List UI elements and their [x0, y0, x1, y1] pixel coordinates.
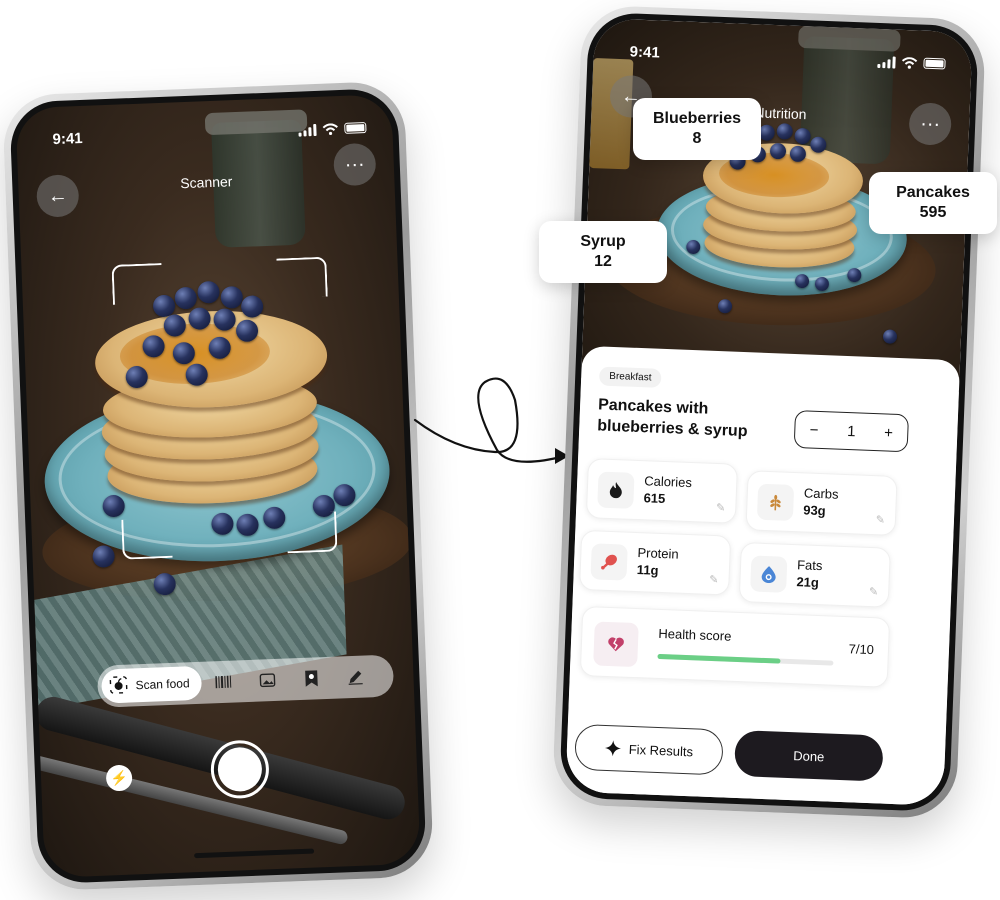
broken-heart-icon — [593, 621, 639, 668]
flash-icon: ⚡ — [110, 769, 129, 786]
wifi-icon — [901, 56, 918, 69]
more-icon: ··· — [344, 152, 366, 176]
phone-bezel: 9:41 ← Nutrition ··· Breakfast Pancakes … — [559, 11, 979, 813]
syrup-callout: Syrup 12 — [539, 221, 667, 283]
quantity-stepper: − 1 + — [793, 410, 910, 453]
blueberry — [882, 329, 898, 344]
fix-results-button[interactable]: Fix Results — [574, 723, 724, 776]
battery-icon — [923, 57, 946, 70]
callout-value: 8 — [692, 130, 702, 147]
carbs-card[interactable]: Carbs 93g ✎ — [745, 470, 898, 536]
done-button[interactable]: Done — [734, 729, 884, 782]
status-icons — [877, 55, 946, 70]
wheat-icon — [756, 483, 795, 521]
nutrition-sheet: Breakfast Pancakes with blueberries & sy… — [565, 345, 961, 806]
fats-card[interactable]: Fats 21g ✎ — [738, 542, 891, 608]
nutrition-screen: 9:41 ← Nutrition ··· Breakfast Pancakes … — [565, 18, 973, 806]
battery-icon — [344, 122, 367, 134]
status-icons — [298, 122, 367, 137]
app-stage: 9:41 ← Scanner ··· Scan food ⚡ 9:41 ← Nu… — [0, 0, 1000, 900]
shutter-inner — [217, 746, 263, 793]
home-indicator — [194, 848, 315, 859]
callout-name: Syrup — [580, 233, 626, 250]
health-score-bar — [657, 653, 834, 666]
metric-value: 21g — [796, 574, 820, 591]
phone-nutrition: 9:41 ← Nutrition ··· Breakfast Pancakes … — [551, 4, 987, 820]
label-button[interactable] — [289, 661, 334, 697]
callout-value: 595 — [919, 204, 947, 221]
callout-name: Pancakes — [896, 184, 970, 201]
metric-value: 93g — [802, 502, 826, 519]
barcode-button[interactable] — [201, 664, 246, 700]
avocado-icon — [750, 555, 788, 593]
meal-name: Pancakes with blueberries & syrup — [597, 396, 748, 441]
more-icon: ··· — [919, 112, 941, 135]
drumstick-icon — [590, 543, 628, 581]
sparkle-icon — [604, 740, 621, 757]
scan-frame-corner — [121, 517, 173, 560]
scan-frame-corner — [286, 511, 338, 554]
pencil-icon: ✎ — [868, 585, 879, 599]
manual-entry-button[interactable] — [333, 659, 378, 695]
health-score-value: 7/10 — [848, 641, 875, 658]
phone-bezel: 9:41 ← Scanner ··· Scan food ⚡ — [9, 87, 427, 885]
metric-label: Fats — [796, 557, 823, 574]
callout-name: Blueberries — [652, 110, 742, 127]
scan-frame-corner — [111, 263, 163, 305]
status-time: 9:41 — [629, 43, 661, 62]
metric-value: 11g — [636, 562, 659, 578]
callout-value: 12 — [594, 253, 612, 270]
flame-icon — [597, 471, 635, 509]
meal-type-chip: Breakfast — [598, 366, 662, 388]
quantity-value: 1 — [846, 422, 856, 440]
scanner-screen: 9:41 ← Scanner ··· Scan food ⚡ — [15, 94, 421, 878]
health-score-fill — [657, 653, 781, 664]
metric-value: 615 — [643, 490, 666, 507]
shutter-button[interactable] — [209, 739, 270, 800]
gallery-button[interactable] — [245, 662, 290, 698]
decrement-button[interactable]: − — [809, 421, 818, 438]
metric-label: Calories — [643, 473, 693, 491]
increment-button[interactable]: + — [884, 424, 893, 441]
blueberry — [776, 123, 794, 140]
apple-icon — [109, 675, 128, 697]
gallery-icon — [259, 673, 276, 688]
metric-label: Carbs — [803, 485, 839, 502]
blueberry — [220, 285, 244, 309]
done-label: Done — [793, 747, 825, 764]
flow-arrow — [413, 377, 569, 464]
barcode-icon — [215, 675, 232, 689]
scan-frame-corner — [276, 256, 328, 299]
blueberries-callout: Blueberries 8 — [633, 98, 761, 160]
phone-scanner: 9:41 ← Scanner ··· Scan food ⚡ — [1, 80, 435, 892]
blueberry — [174, 286, 198, 310]
fix-results-label: Fix Results — [628, 741, 694, 759]
scan-food-button[interactable]: Scan food — [100, 665, 203, 704]
pancakes-callout: Pancakes 595 — [869, 172, 997, 234]
wifi-icon — [322, 122, 338, 135]
pencil-icon: ✎ — [709, 573, 719, 587]
pencil-icon: ✎ — [715, 502, 726, 515]
health-score-label: Health score — [658, 625, 732, 644]
pen-icon — [348, 670, 363, 685]
protein-card[interactable]: Protein 11g ✎ — [579, 529, 732, 596]
signal-icon — [877, 55, 896, 69]
status-time: 9:41 — [52, 129, 83, 149]
label-icon — [305, 670, 318, 687]
calories-card[interactable]: Calories 615 ✎ — [585, 458, 738, 524]
signal-icon — [298, 123, 317, 137]
blueberry — [197, 280, 220, 304]
metric-label: Protein — [637, 545, 679, 562]
health-score-card[interactable]: Health score 7/10 — [579, 605, 891, 688]
pencil-icon: ✎ — [875, 514, 886, 527]
scan-food-label: Scan food — [135, 676, 190, 693]
